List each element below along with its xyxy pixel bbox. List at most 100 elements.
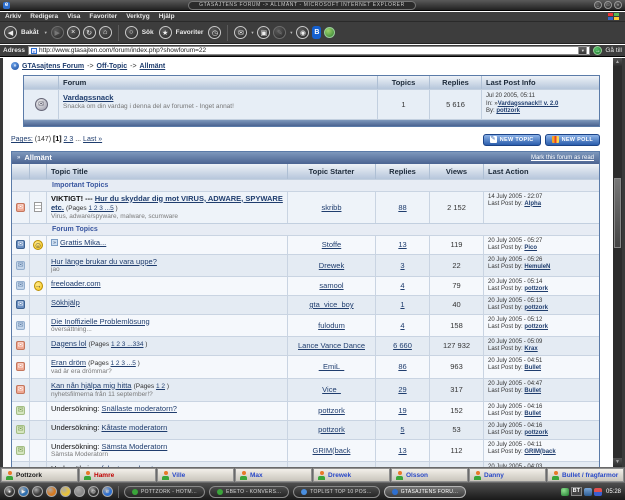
print-button[interactable]: ▣ — [257, 26, 270, 39]
topic-page-links[interactable]: 1 2 3 ...334 — [111, 341, 144, 348]
topic-link[interactable]: Grattis Mika... — [60, 238, 106, 247]
topic-link[interactable]: freeloader.com — [51, 279, 101, 288]
explorer-icon[interactable] — [74, 486, 85, 497]
refresh-button[interactable]: ↻ — [83, 26, 96, 39]
topic-replies-link[interactable]: 4 — [400, 321, 404, 330]
home-button[interactable]: ⌂ — [99, 26, 112, 39]
address-url[interactable]: http://www.gtasajten.com/forum/index.php… — [39, 47, 206, 54]
menu-item-hjälp[interactable]: Hjälp — [159, 13, 175, 20]
msn-conversation-button[interactable]: Drewek — [313, 468, 390, 482]
msn-conversation-button[interactable]: Danny — [469, 468, 546, 482]
topic-starter-link[interactable]: pottzork — [318, 425, 345, 434]
topic-link[interactable]: Die Inoffizielle Problemlösung — [51, 317, 150, 326]
maximize-button[interactable]: □ — [604, 1, 612, 9]
edit-button[interactable]: ✎ — [273, 26, 286, 39]
scroll-down-arrow[interactable]: ▼ — [613, 458, 622, 467]
favorites-label[interactable]: Favoriter — [176, 29, 204, 36]
bluetooth-tray-icon[interactable]: BT — [571, 487, 582, 496]
new-poll-button[interactable]: New Poll — [545, 134, 600, 146]
history-button[interactable]: ◷ — [208, 26, 221, 39]
topic-replies-link[interactable]: 13 — [398, 240, 406, 249]
topic-starter-link[interactable]: _EmiL_ — [319, 362, 344, 371]
favorites-button[interactable]: ★ — [159, 26, 172, 39]
firefox-icon[interactable] — [46, 486, 57, 497]
new-topic-button[interactable]: ✎ New Topic — [483, 134, 541, 146]
last-poster-link[interactable]: Bullet — [524, 365, 541, 371]
vertical-scrollbar[interactable]: ▲ ▼ — [613, 58, 622, 467]
topic-link[interactable]: Snällaste moderatorn? — [101, 404, 176, 413]
topic-link[interactable]: Kåtaste moderatorn — [101, 423, 167, 432]
topic-starter-link[interactable]: GRIM(back — [313, 446, 351, 455]
mark-forum-read-link[interactable]: Mark this forum as read — [531, 155, 594, 161]
menu-item-redigera[interactable]: Redigera — [30, 13, 58, 20]
topic-replies-link[interactable]: 29 — [398, 385, 406, 394]
last-poster-link[interactable]: Pico — [524, 245, 537, 251]
msn-conversation-button[interactable]: Max — [235, 468, 312, 482]
topic-replies-link[interactable]: 19 — [398, 406, 406, 415]
topic-starter-link[interactable]: Drewek — [319, 261, 344, 270]
msn-messenger-icon[interactable] — [324, 27, 335, 38]
topic-replies-link[interactable]: 5 — [400, 425, 404, 434]
media-player-icon[interactable]: ▶ — [18, 486, 29, 497]
back-button[interactable]: ◀ — [4, 26, 17, 39]
lastpost-topic-link[interactable]: Vardagssnack!! v. 2.0 — [498, 101, 559, 107]
msn-conversation-button[interactable]: Hamre — [79, 468, 156, 482]
topic-replies-link[interactable]: 3 — [400, 261, 404, 270]
topic-page-links[interactable]: 1 2 3 ...5 — [88, 205, 113, 212]
search-button[interactable]: ○ — [125, 26, 138, 39]
bluetooth-icon[interactable]: B — [312, 26, 321, 39]
settings-icon[interactable]: ◎ — [88, 486, 99, 497]
menu-item-visa[interactable]: Visa — [67, 13, 80, 20]
last-poster-link[interactable]: pottzork — [524, 324, 548, 330]
last-page-link[interactable]: Last » — [83, 136, 102, 143]
topic-starter-link[interactable]: gta_vice_boy — [309, 300, 353, 309]
taskbar-window-button[interactable]: TOPLIST TOP 10 POS... — [293, 486, 379, 498]
msn-conversation-button[interactable]: Bullet / fragfarmor — [547, 468, 624, 482]
topic-replies-link[interactable]: 86 — [398, 362, 406, 371]
taskbar-window-button[interactable]: GTASAJTENS FORU... — [384, 486, 467, 498]
topic-replies-link[interactable]: 1 — [400, 300, 404, 309]
minimize-button[interactable]: _ — [594, 1, 602, 9]
search-label[interactable]: Sök — [142, 29, 154, 36]
taskbar-window-button[interactable]: EBETO - KONVERS... — [209, 486, 289, 498]
topic-starter-link[interactable]: skribb — [321, 203, 341, 212]
msn-conversation-button[interactable]: Pottzork — [1, 468, 78, 482]
address-dropdown-icon[interactable]: ▼ — [578, 46, 587, 55]
show-desktop-icon[interactable] — [32, 486, 43, 497]
topic-link[interactable]: Sämsta Moderatorn — [101, 442, 167, 451]
go-label[interactable]: Gå till — [605, 47, 622, 54]
topic-link[interactable]: Kan nån hjälpa mig hitta — [51, 381, 131, 390]
topic-starter-link[interactable]: Lance Vance Dance — [298, 341, 365, 350]
scrollbar-thumb[interactable] — [614, 178, 621, 248]
topic-starter-link[interactable]: samool — [319, 281, 343, 290]
breadcrumb-link[interactable]: Allmänt — [140, 63, 166, 70]
mail-button[interactable]: ✉ — [234, 26, 247, 39]
mail-dropdown-icon[interactable]: ▼ — [250, 30, 254, 35]
topic-page-links[interactable]: 1 2 3 ...5 — [111, 360, 136, 367]
topic-starter-link[interactable]: pottzork — [318, 406, 345, 415]
taskbar-window-button[interactable]: POTTZORK - HOTM... — [124, 486, 205, 498]
back-dropdown-icon[interactable]: ▼ — [44, 30, 48, 35]
goto-last-post-icon[interactable]: » — [51, 239, 58, 246]
start-button[interactable]: ● — [4, 486, 15, 497]
msn-conversation-button[interactable]: Olsson — [391, 468, 468, 482]
tray-green-icon[interactable] — [561, 488, 569, 496]
last-poster-link[interactable]: GRIM(back — [524, 449, 555, 455]
last-poster-link[interactable]: pottzork — [524, 286, 548, 292]
last-poster-link[interactable]: Bullet — [524, 388, 541, 394]
breadcrumb-link[interactable]: GTAsajtens Forum — [22, 63, 84, 70]
last-poster-link[interactable]: Bullet — [524, 411, 541, 417]
breadcrumb-link[interactable]: Off-Topic — [97, 63, 128, 70]
menu-item-verktyg[interactable]: Verktyg — [126, 13, 150, 20]
topic-replies-link[interactable]: 88 — [398, 203, 406, 212]
topic-page-links[interactable]: 1 2 — [156, 383, 165, 390]
address-input[interactable]: e http://www.gtasajten.com/forum/index.p… — [28, 46, 590, 55]
msn-conversation-button[interactable]: Ville — [157, 468, 234, 482]
close-button[interactable]: × — [614, 1, 622, 9]
topic-link[interactable]: Dagens lol — [51, 339, 86, 348]
collapse-icon[interactable]: » — [17, 155, 20, 161]
page-number-links[interactable]: 2 3 — [64, 136, 74, 143]
tray-messenger-icon[interactable] — [594, 488, 602, 496]
mail-icon[interactable] — [60, 486, 71, 497]
tray-network-icon[interactable] — [584, 488, 592, 496]
